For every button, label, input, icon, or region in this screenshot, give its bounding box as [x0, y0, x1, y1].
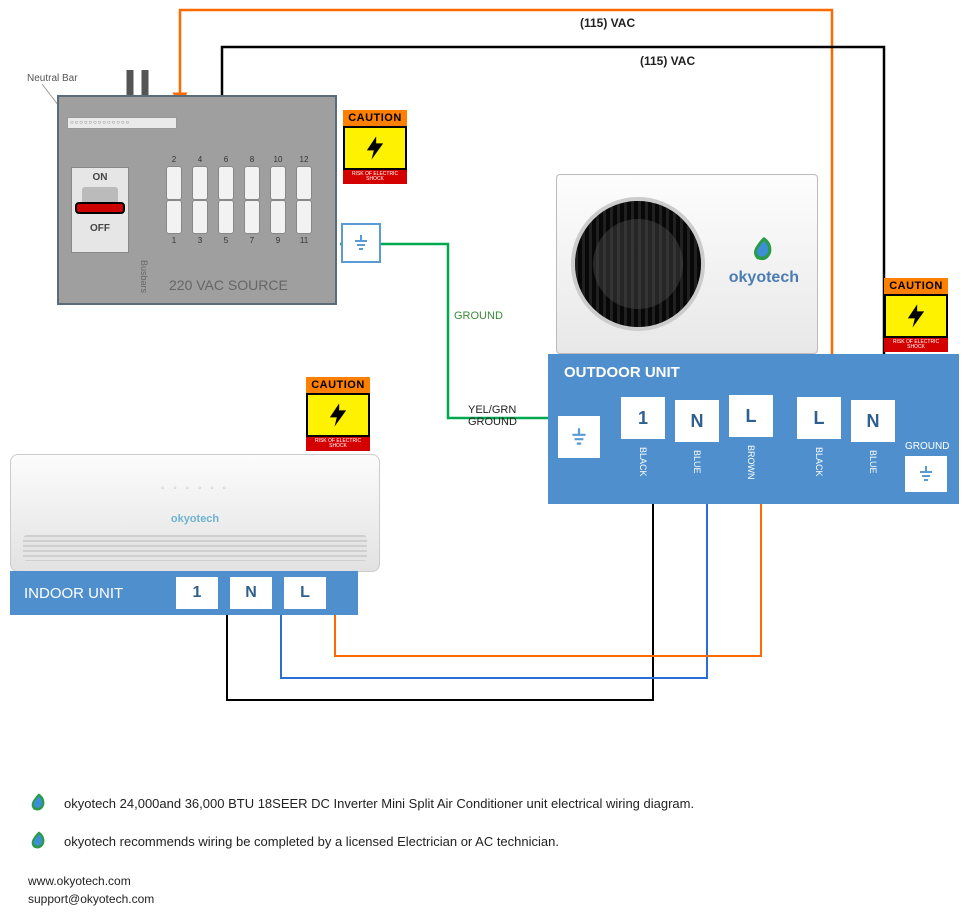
- outdoor-unit-illustration: okyotech: [556, 174, 818, 354]
- source-label: 220 VAC SOURCE: [169, 277, 288, 293]
- caution-sign-outdoor: CAUTION RISK OF ELECTRIC SHOCK: [884, 278, 948, 352]
- wire-color-2: BLUE: [692, 450, 702, 474]
- line2-voltage-label: (115) VAC: [640, 54, 695, 68]
- wire-color-1: BLACK: [638, 447, 648, 477]
- leaf-icon: [28, 830, 50, 852]
- outdoor-brand-label: okyotech: [729, 235, 799, 287]
- indoor-brand-label: okyotech: [171, 513, 219, 525]
- panel-ground-symbol: [341, 223, 381, 263]
- indoor-terminal-1: 1: [176, 577, 218, 609]
- outdoor-terminal-n2: N: [851, 400, 895, 442]
- outdoor-ground-symbol: [558, 416, 600, 458]
- wire-color-4: BLACK: [814, 447, 824, 477]
- busbars-label: Busbars: [139, 260, 149, 293]
- lightning-icon: [343, 126, 407, 170]
- outdoor-ground-lower: GROUND: [905, 441, 947, 492]
- caution-sign-panel: CAUTION RISK OF ELECTRIC SHOCK: [343, 110, 407, 184]
- indoor-terminal-n: N: [230, 577, 272, 609]
- caution-banner: CAUTION: [343, 110, 407, 126]
- outdoor-panel-title: OUTDOOR UNIT: [558, 364, 949, 381]
- on-label: ON: [72, 172, 128, 183]
- neutral-bar-label: Neutral Bar: [27, 73, 78, 84]
- footer-line2: okyotech recommends wiring be completed …: [28, 830, 559, 852]
- outdoor-terminal-l1: L: [729, 395, 773, 437]
- off-label: OFF: [72, 223, 128, 234]
- ground-mid-label: GROUND: [454, 310, 503, 322]
- outdoor-terminal-n1: N: [675, 400, 719, 442]
- switch-knob: [82, 187, 118, 205]
- line1-voltage-label: (115) VAC: [580, 16, 635, 30]
- main-switch: ON OFF: [71, 167, 129, 253]
- caution-sign-indoor: CAUTION RISK OF ELECTRIC SHOCK: [306, 377, 370, 451]
- indoor-terminal-l: L: [284, 577, 326, 609]
- outdoor-terminal-1: 1: [621, 397, 665, 439]
- caution-strip: RISK OF ELECTRIC SHOCK: [343, 170, 407, 184]
- footer-url: www.okyotech.com: [28, 872, 154, 890]
- outdoor-terminal-l2: L: [797, 397, 841, 439]
- wire-color-5: BLUE: [868, 450, 878, 474]
- neutral-bar: ○○○○○○○○○○○○○: [67, 117, 177, 129]
- outdoor-fan: [571, 197, 705, 331]
- footer-links: www.okyotech.com support@okyotech.com: [28, 872, 154, 908]
- footer-line1: okyotech 24,000and 36,000 BTU 18SEER DC …: [28, 792, 694, 814]
- wire-color-3: BROWN: [746, 445, 756, 480]
- indoor-panel-title: INDOOR UNIT: [10, 585, 170, 602]
- indoor-unit-illustration: ◦ ◦ ◦ ◦ ◦ ◦ okyotech: [10, 454, 380, 572]
- footer-email: support@okyotech.com: [28, 890, 154, 908]
- breaker-panel: Neutral Bar ○○○○○○○○○○○○○ ON OFF 21 43 6…: [57, 95, 337, 305]
- leaf-icon: [28, 792, 50, 814]
- indoor-terminal-panel: INDOOR UNIT 1 N L: [10, 571, 358, 615]
- outdoor-terminal-panel: OUTDOOR UNIT 1 BLACK N BLUE L BROWN L BL…: [548, 354, 959, 504]
- breaker-row: 21 43 65 87 109 1211: [163, 153, 315, 247]
- ground-wire-label: YEL/GRN GROUND: [468, 404, 517, 428]
